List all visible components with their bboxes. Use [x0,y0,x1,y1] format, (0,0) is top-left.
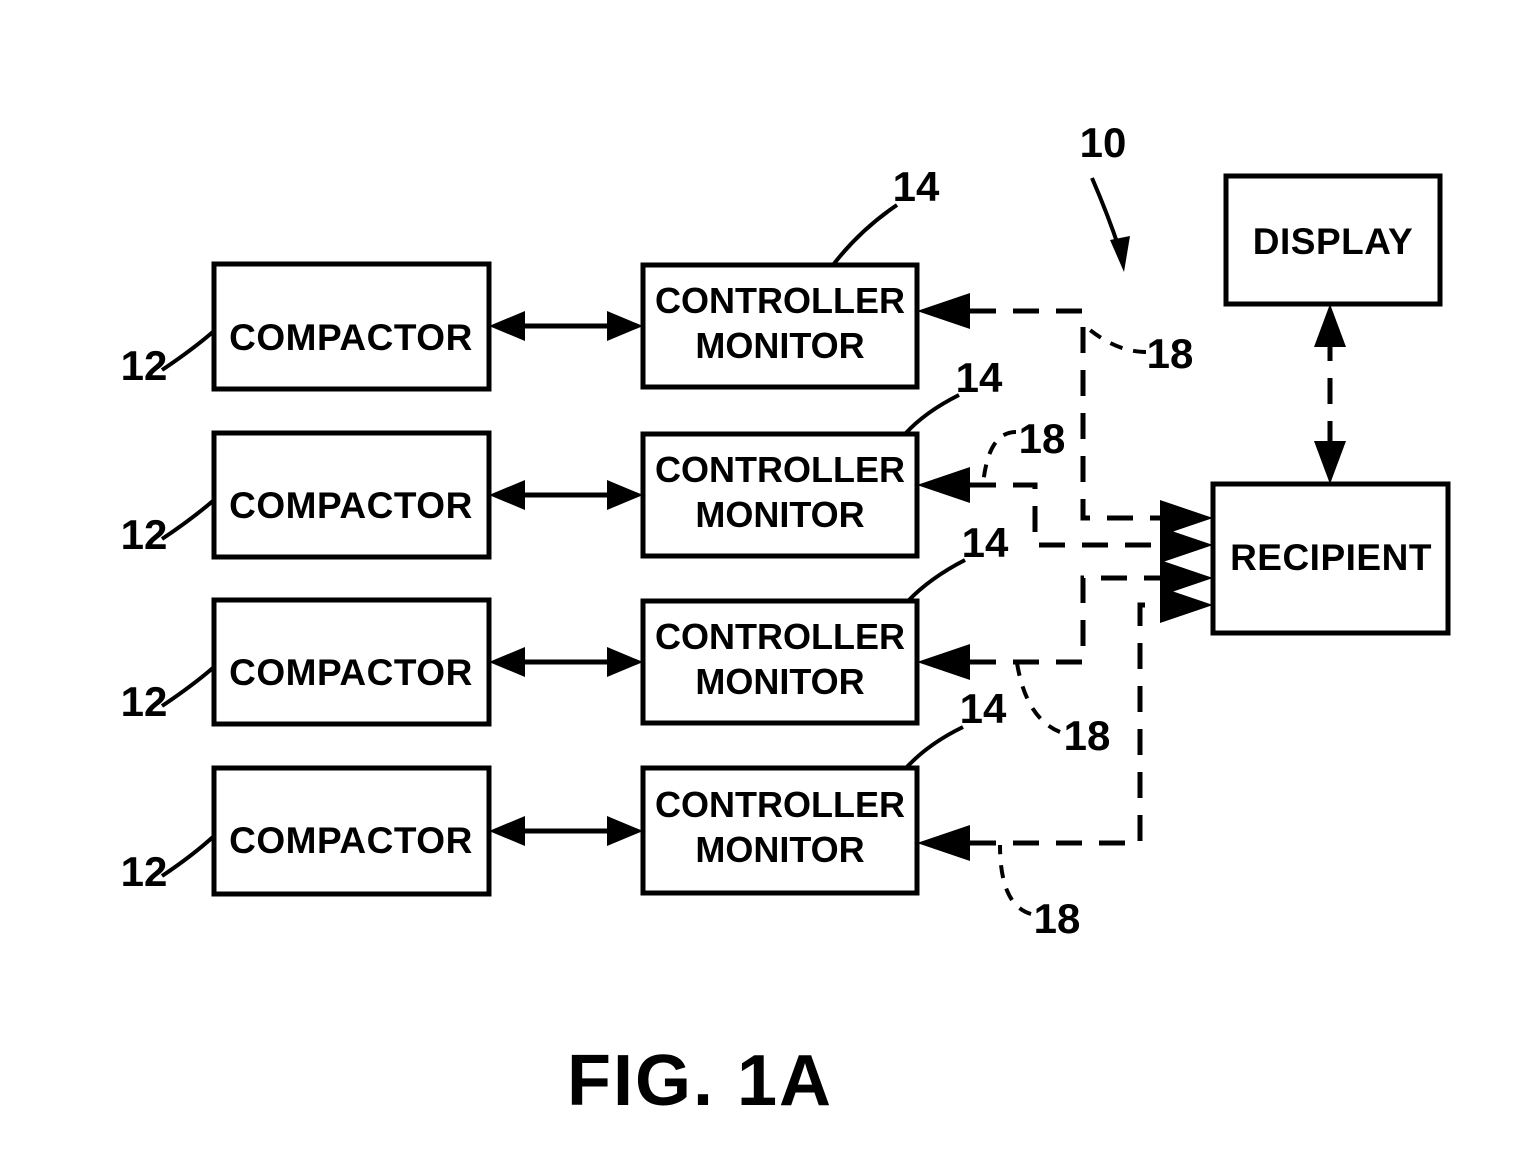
compactor-controller-link-4 [489,816,643,846]
arrowhead-left-4 [489,816,525,846]
comm-arrowhead-to-controller-4 [917,825,970,861]
ref-10-leader [1090,177,1121,249]
figure-canvas: COMPACTOR COMPACTOR COMPACTOR COMPACTOR … [121,119,1451,1121]
arrowhead-left-2 [489,480,525,510]
ref-14-label-3: 14 [962,519,1009,566]
comm-arrowhead-to-controller-2 [917,467,970,503]
figure-caption: FIG. 1A [567,1041,833,1121]
controller-monitor-label-4-line2: MONITOR [695,829,864,870]
ref-18-group-2: 18 [981,415,1066,486]
ref-14-leader-2 [903,393,960,436]
controller-monitor-label-4-line1: CONTROLLER [655,784,905,825]
ref-14-leader-1 [831,203,899,267]
ref-14-leader-4 [904,725,964,770]
compactor-box-3: COMPACTOR [211,597,492,727]
ref-18-group-1: 18 [1088,328,1194,377]
ref-12-label-3: 12 [121,678,168,725]
comm-arrowhead-to-controller-1 [917,293,970,329]
ref-10-label: 10 [1080,119,1127,166]
ref-18-leader-2 [981,430,1017,486]
controller-monitor-label-2-line2: MONITOR [695,494,864,535]
ref-12-label-2: 12 [121,511,168,558]
ref-14-label-2: 14 [956,354,1003,401]
controller-monitor-label-2-line1: CONTROLLER [655,449,905,490]
ref-18-group-3: 18 [1015,662,1111,759]
ref-18-group-4: 18 [998,844,1081,942]
ref-18-label-2: 18 [1019,415,1066,462]
compactor-box-2: COMPACTOR [211,430,492,560]
ref-18-label-4: 18 [1034,895,1081,942]
ref-12-leader-4 [160,834,216,878]
compactor-label-2: COMPACTOR [229,485,473,526]
arrowhead-to-recipient [1314,441,1346,484]
comm-arrowhead-to-recipient-2 [1160,527,1213,563]
controller-monitor-box-4: CONTROLLER MONITOR [640,765,920,896]
controller-monitor-label-1-line2: MONITOR [695,325,864,366]
ref-12-leader-1 [160,329,216,372]
ref-14-label-1: 14 [893,163,940,210]
arrowhead-right-1 [607,311,643,341]
ref-14-group-2: 14 [903,354,1003,436]
ref-18-label-3: 18 [1064,712,1111,759]
controller-monitor-label-1-line1: CONTROLLER [655,280,905,321]
display-box: DISPLAY [1223,173,1443,307]
ref-14-group-4: 14 [904,685,1007,770]
compactor-label-3: COMPACTOR [229,652,473,693]
ref-12-leader-3 [160,665,216,708]
ref-14-group-1: 14 [831,163,940,267]
arrowhead-right-2 [607,480,643,510]
ref-14-label-4: 14 [960,685,1007,732]
system-ref-10: 10 [1080,119,1130,272]
arrowhead-left-3 [489,647,525,677]
compactor-box-1: COMPACTOR [211,261,492,392]
recipient-label: RECIPIENT [1230,537,1432,578]
controller-monitor-box-1: CONTROLLER MONITOR [640,262,920,390]
ref-12-group-2: 12 [121,498,216,558]
ref-12-label-1: 12 [121,342,168,389]
compactor-label-1: COMPACTOR [229,317,473,358]
comm-arrowhead-to-controller-3 [917,644,970,680]
ref-12-group-4: 12 [121,834,216,895]
controller-monitor-box-2: CONTROLLER MONITOR [640,431,920,559]
ref-10-arrowhead [1110,236,1130,272]
display-label: DISPLAY [1253,221,1413,262]
arrowhead-right-3 [607,647,643,677]
controller-monitor-label-3-line2: MONITOR [695,661,864,702]
ref-18-leader-1 [1088,328,1147,354]
ref-12-group-3: 12 [121,665,216,725]
arrowhead-right-4 [607,816,643,846]
ref-12-group-1: 12 [121,329,216,389]
comm-link-path-3 [970,575,1180,665]
controller-monitor-box-3: CONTROLLER MONITOR [640,598,920,726]
compactor-box-4: COMPACTOR [211,765,492,897]
ref-18-leader-4 [998,844,1032,916]
ref-14-leader-3 [906,558,966,603]
compactor-label-4: COMPACTOR [229,820,473,861]
ref-18-label-1: 18 [1147,330,1194,377]
ref-14-group-3: 14 [906,519,1009,603]
patent-figure-1a: COMPACTOR COMPACTOR COMPACTOR COMPACTOR … [0,0,1527,1162]
ref-12-label-4: 12 [121,848,168,895]
compactor-controller-link-1 [489,311,643,341]
display-recipient-link [1314,304,1346,484]
comm-arrowhead-to-recipient-4 [1160,587,1213,623]
compactor-controller-link-3 [489,647,643,677]
controller-monitor-label-3-line1: CONTROLLER [655,616,905,657]
arrowhead-left-1 [489,311,525,341]
recipient-box: RECIPIENT [1210,481,1451,636]
ref-12-leader-2 [160,498,216,541]
ref-18-leader-3 [1015,662,1061,734]
compactor-controller-link-2 [489,480,643,510]
arrowhead-to-display [1314,304,1346,347]
